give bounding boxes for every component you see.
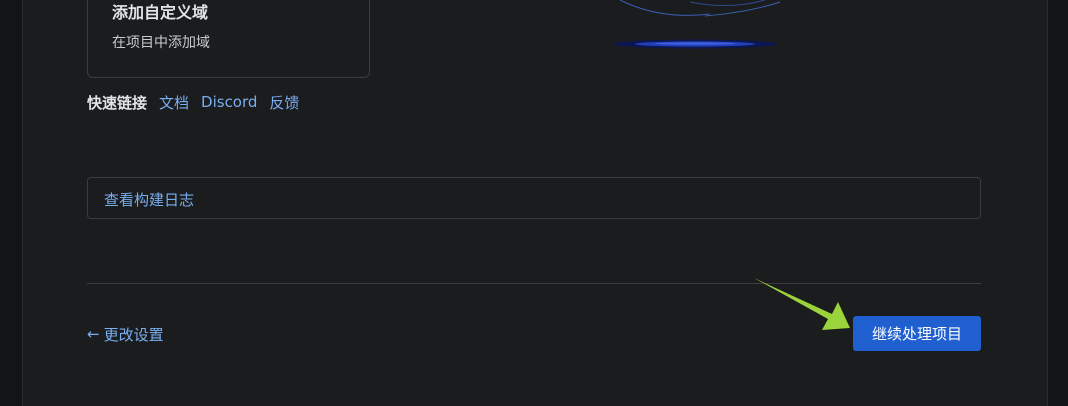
build-log-label: 查看构建日志 [104, 191, 195, 209]
quick-links-label: 快速链接 [87, 93, 148, 112]
change-settings-label: 更改设置 [103, 325, 164, 344]
docs-link[interactable]: 文档 [159, 92, 189, 113]
discord-link[interactable]: Discord [201, 93, 257, 111]
feedback-link[interactable]: 反馈 [269, 92, 299, 113]
build-log-toggle[interactable]: 查看构建日志 [87, 177, 981, 219]
arrow-left-icon: ← [87, 325, 100, 343]
quick-links: 快速链接 文档 Discord 反馈 [87, 91, 299, 113]
card-title: 添加自定义域 [112, 3, 209, 22]
card-description: 在项目中添加域 [112, 35, 210, 51]
annotation-arrow-icon [754, 278, 850, 330]
continue-to-project-button[interactable]: 继续处理项目 [853, 316, 981, 351]
deployment-illustration [613, 0, 781, 49]
custom-domain-card[interactable]: 添加自定义域 在项目中添加域 [87, 0, 370, 78]
change-settings-link[interactable]: ← 更改设置 [87, 324, 164, 344]
